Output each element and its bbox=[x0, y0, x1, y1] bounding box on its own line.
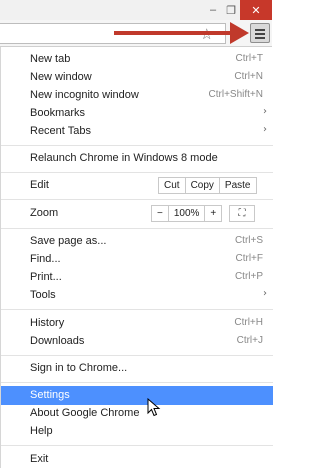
shortcut-text: Ctrl+F bbox=[235, 253, 264, 264]
menu-item-exit[interactable]: Exit bbox=[1, 450, 273, 468]
chrome-menu: New tab Ctrl+T New window Ctrl+N New inc… bbox=[0, 47, 273, 468]
shortcut-text: Ctrl+T bbox=[235, 53, 264, 64]
menu-item-find[interactable]: Find... Ctrl+F bbox=[1, 250, 273, 269]
menu-item-save-page[interactable]: Save page as... Ctrl+S bbox=[1, 232, 273, 251]
shortcut-text: Ctrl+J bbox=[236, 335, 263, 346]
zoom-level: 100% bbox=[167, 206, 205, 221]
menu-separator bbox=[1, 172, 273, 173]
menu-item-label: About Google Chrome bbox=[30, 407, 140, 419]
menu-item-label: Recent Tabs bbox=[30, 125, 91, 137]
menu-separator bbox=[1, 309, 273, 310]
menu-item-new-window[interactable]: New window Ctrl+N bbox=[1, 68, 273, 87]
fullscreen-button[interactable]: ⛶ bbox=[229, 205, 255, 222]
menu-separator bbox=[1, 145, 273, 146]
menu-item-label: Save page as... bbox=[30, 235, 107, 247]
shortcut-text: Ctrl+P bbox=[234, 271, 263, 282]
shortcut-text: Ctrl+Shift+N bbox=[208, 89, 263, 100]
menu-item-new-tab[interactable]: New tab Ctrl+T bbox=[1, 50, 273, 69]
zoom-in-button[interactable]: + bbox=[204, 206, 222, 221]
menu-separator bbox=[1, 382, 273, 383]
paste-button[interactable]: Paste bbox=[218, 178, 256, 193]
menu-item-label: Settings bbox=[30, 389, 70, 401]
menu-item-sign-in[interactable]: Sign in to Chrome... bbox=[1, 359, 273, 378]
menu-item-label: Downloads bbox=[30, 335, 85, 347]
menu-item-downloads[interactable]: Downloads Ctrl+J bbox=[1, 332, 273, 351]
menu-item-settings[interactable]: Settings bbox=[1, 386, 273, 405]
menu-item-new-incognito-window[interactable]: New incognito window Ctrl+Shift+N bbox=[1, 86, 273, 105]
shortcut-text: Ctrl+S bbox=[234, 235, 263, 246]
menu-item-help[interactable]: Help bbox=[1, 422, 273, 441]
cut-button[interactable]: Cut bbox=[159, 178, 185, 193]
menu-separator bbox=[1, 445, 273, 446]
shortcut-text: Ctrl+N bbox=[234, 71, 263, 82]
mouse-cursor-icon bbox=[147, 398, 161, 417]
menu-row-edit: Edit Cut Copy Paste bbox=[1, 176, 273, 195]
menu-item-label: Print... bbox=[30, 271, 62, 283]
zoom-button-group: − 100% + bbox=[151, 205, 223, 222]
menu-separator bbox=[1, 199, 273, 200]
menu-item-about[interactable]: About Google Chrome bbox=[1, 404, 273, 423]
zoom-out-button[interactable]: − bbox=[152, 206, 168, 221]
menu-item-label: Sign in to Chrome... bbox=[30, 362, 128, 374]
chevron-right-icon: › bbox=[263, 124, 267, 135]
menu-item-label: New window bbox=[30, 71, 92, 83]
menu-item-recent-tabs[interactable]: Recent Tabs › bbox=[1, 122, 273, 141]
chevron-right-icon: › bbox=[263, 106, 267, 117]
menu-item-relaunch-windows8[interactable]: Relaunch Chrome in Windows 8 mode bbox=[1, 149, 273, 168]
menu-item-label: History bbox=[30, 317, 65, 329]
menu-separator bbox=[1, 355, 273, 356]
arrow-head bbox=[230, 22, 249, 44]
fullscreen-icon: ⛶ bbox=[238, 208, 246, 219]
menu-item-label: Find... bbox=[30, 253, 61, 265]
menu-separator bbox=[1, 228, 273, 229]
menu-item-tools[interactable]: Tools › bbox=[1, 286, 273, 305]
menu-item-label: Help bbox=[30, 425, 53, 437]
menu-item-bookmarks[interactable]: Bookmarks › bbox=[1, 104, 273, 123]
menu-item-label: Bookmarks bbox=[30, 107, 86, 119]
menu-item-label: Edit bbox=[30, 179, 49, 191]
menu-item-label: New incognito window bbox=[30, 89, 139, 101]
edit-button-group: Cut Copy Paste bbox=[158, 177, 257, 194]
shortcut-text: Ctrl+H bbox=[234, 317, 263, 328]
menu-item-label: Relaunch Chrome in Windows 8 mode bbox=[30, 152, 218, 164]
menu-item-history[interactable]: History Ctrl+H bbox=[1, 314, 273, 333]
menu-row-zoom: Zoom − 100% + ⛶ bbox=[1, 204, 273, 223]
chevron-right-icon: › bbox=[263, 288, 267, 299]
menu-item-label: Tools bbox=[30, 289, 56, 301]
menu-item-label: Exit bbox=[30, 453, 49, 465]
menu-item-label: New tab bbox=[30, 53, 71, 65]
menu-item-print[interactable]: Print... Ctrl+P bbox=[1, 268, 273, 287]
menu-item-label: Zoom bbox=[30, 207, 59, 219]
copy-button[interactable]: Copy bbox=[184, 178, 219, 193]
